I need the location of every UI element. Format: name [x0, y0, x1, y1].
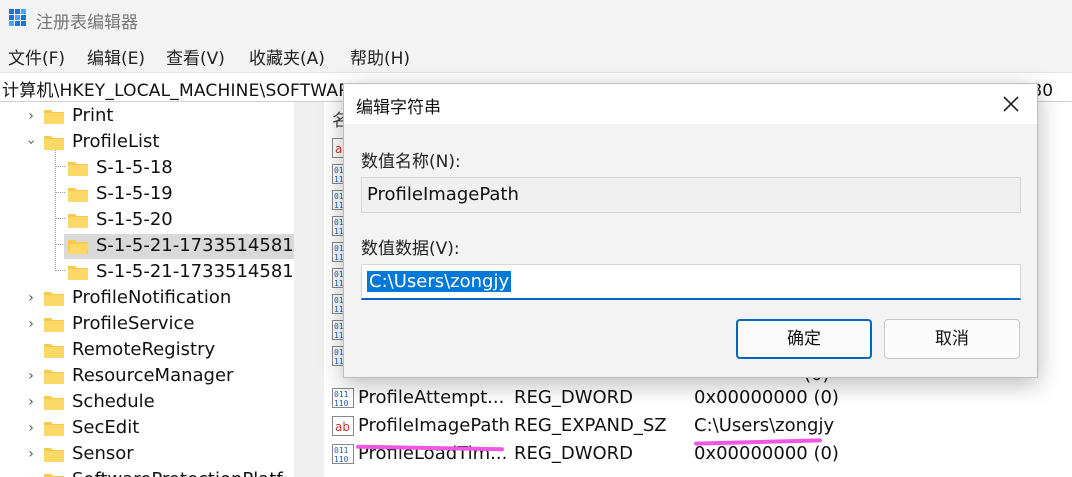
- menu-help[interactable]: 帮助(H): [350, 44, 410, 69]
- svg-text:110: 110: [334, 455, 349, 464]
- chevron-right-icon[interactable]: ›: [24, 421, 38, 435]
- folder-icon: [44, 474, 64, 477]
- folder-icon: [68, 162, 88, 176]
- window-title: 注册表编辑器: [36, 13, 138, 33]
- value-data-label: 数值数据(V):: [361, 239, 460, 259]
- tree-item-label: Print: [72, 105, 114, 126]
- tree-item-label: ProfileList: [72, 131, 160, 152]
- svg-text:110: 110: [334, 399, 349, 408]
- value-type: REG_DWORD: [514, 443, 634, 464]
- chevron-right-icon[interactable]: ›: [24, 317, 38, 331]
- menu-file[interactable]: 文件(F): [8, 44, 65, 69]
- tree-item-label: S-1-5-21-1733514581: [96, 235, 294, 256]
- tree-item-label: SoftwareProtectionPlatf: [70, 468, 285, 477]
- menu-favorites[interactable]: 收藏夹(A): [249, 44, 325, 69]
- value-name-label: 数值名称(N):: [361, 152, 461, 172]
- value-name[interactable]: ProfileImagePath: [358, 415, 510, 436]
- tree-item-secedit[interactable]: › SecEdit: [0, 416, 294, 442]
- chevron-right-icon[interactable]: ›: [24, 447, 38, 461]
- value-data: 0x00000000 (0): [694, 387, 839, 408]
- value-name[interactable]: ProfileAttempt...: [358, 387, 504, 408]
- close-icon[interactable]: [999, 92, 1023, 116]
- tree-item-label: S-1-5-21-1733514581: [96, 261, 294, 282]
- value-data-text[interactable]: C:\Users\zongjy: [367, 271, 512, 292]
- tree-item-label: ProfileService: [72, 313, 195, 334]
- binary-icon: 011110: [332, 444, 354, 464]
- tree-item-s-1-5-21[interactable]: S-1-5-21-1733514581: [0, 260, 294, 286]
- folder-icon: [44, 448, 64, 462]
- tree-item-resourcemanager[interactable]: › ResourceManager: [0, 364, 294, 390]
- folder-icon: [44, 318, 64, 332]
- value-data: C:\Users\zongjy: [694, 415, 835, 436]
- tree-item-profileservice[interactable]: › ProfileService: [0, 312, 294, 338]
- folder-icon: [44, 344, 64, 358]
- folder-icon: [68, 214, 88, 228]
- value-type: REG_DWORD: [514, 387, 634, 408]
- menu-bar: 文件(F) 编辑(E) 查看(V) 收藏夹(A) 帮助(H): [0, 38, 1072, 72]
- value-data: 0x00000000 (0): [694, 443, 839, 464]
- tree-item-s-1-5-18[interactable]: S-1-5-18: [0, 156, 294, 182]
- registry-tree[interactable]: › Print › ProfileList S-1-5-18 S-1-5-19 …: [0, 102, 294, 477]
- title-bar: 注册表编辑器: [0, 0, 1072, 38]
- chevron-down-icon[interactable]: ›: [23, 135, 39, 149]
- folder-icon: [44, 292, 64, 306]
- tree-item-s-1-5-20[interactable]: S-1-5-20: [0, 208, 294, 234]
- tree-item-label: S-1-5-18: [96, 157, 173, 178]
- chevron-right-icon[interactable]: ›: [24, 109, 38, 123]
- tree-item-label: SecEdit: [72, 417, 140, 438]
- tree-item-label: ProfileNotification: [72, 287, 232, 308]
- folder-icon: [44, 422, 64, 436]
- value-type: REG_EXPAND_SZ: [514, 415, 667, 436]
- folder-icon: [44, 110, 64, 124]
- tree-item-softwareprotectionplatform[interactable]: › SoftwareProtectionPlatf: [0, 468, 294, 477]
- chevron-right-icon[interactable]: ›: [24, 291, 38, 305]
- menu-edit[interactable]: 编辑(E): [87, 44, 145, 69]
- value-name-text: ProfileImagePath: [367, 184, 519, 205]
- tree-item-profilelist[interactable]: › ProfileList: [0, 130, 294, 156]
- tree-item-label: S-1-5-19: [96, 183, 173, 204]
- menu-view[interactable]: 查看(V): [166, 44, 225, 69]
- edit-string-dialog: 编辑字符串 数值名称(N): ProfileImagePath 数值数据(V):…: [343, 83, 1038, 378]
- svg-text:011: 011: [334, 390, 349, 399]
- value-data-input[interactable]: C:\Users\zongjy: [361, 264, 1021, 300]
- cancel-button[interactable]: 取消: [884, 319, 1020, 359]
- tree-item-schedule[interactable]: › Schedule: [0, 390, 294, 416]
- tree-item-label: RemoteRegistry: [72, 339, 216, 360]
- tree-item-remoteregistry[interactable]: RemoteRegistry: [0, 338, 294, 364]
- tree-item-s-1-5-21-selected[interactable]: S-1-5-21-1733514581: [0, 234, 294, 260]
- chevron-right-icon[interactable]: ›: [24, 473, 38, 477]
- folder-icon: [68, 188, 88, 202]
- tree-item-sensor[interactable]: › Sensor: [0, 442, 294, 468]
- ok-button[interactable]: 确定: [736, 319, 872, 359]
- tree-item-profilenotification[interactable]: › ProfileNotification: [0, 286, 294, 312]
- pane-splitter[interactable]: [294, 102, 324, 477]
- svg-text:011: 011: [334, 446, 349, 455]
- registry-app-icon: [9, 9, 26, 26]
- tree-item-s-1-5-19[interactable]: S-1-5-19: [0, 182, 294, 208]
- folder-open-icon: [68, 240, 89, 254]
- binary-icon: 011110: [332, 388, 354, 408]
- folder-icon: [44, 370, 64, 384]
- chevron-right-icon[interactable]: ›: [24, 395, 38, 409]
- folder-icon: [44, 136, 64, 150]
- dialog-title: 编辑字符串: [356, 98, 441, 118]
- tree-item-label: ResourceManager: [72, 365, 234, 386]
- tree-item-label: Sensor: [72, 443, 134, 464]
- folder-icon: [68, 266, 88, 280]
- chevron-right-icon[interactable]: ›: [24, 369, 38, 383]
- string-icon: ab: [332, 416, 354, 436]
- dialog-title-bar: 编辑字符串: [344, 84, 1037, 124]
- svg-text:ab: ab: [335, 420, 350, 434]
- folder-icon: [44, 396, 64, 410]
- tree-item-label: Schedule: [72, 391, 155, 412]
- tree-item-print[interactable]: › Print: [0, 104, 294, 130]
- value-name-field[interactable]: ProfileImagePath: [361, 177, 1021, 213]
- tree-item-label: S-1-5-20: [96, 209, 173, 230]
